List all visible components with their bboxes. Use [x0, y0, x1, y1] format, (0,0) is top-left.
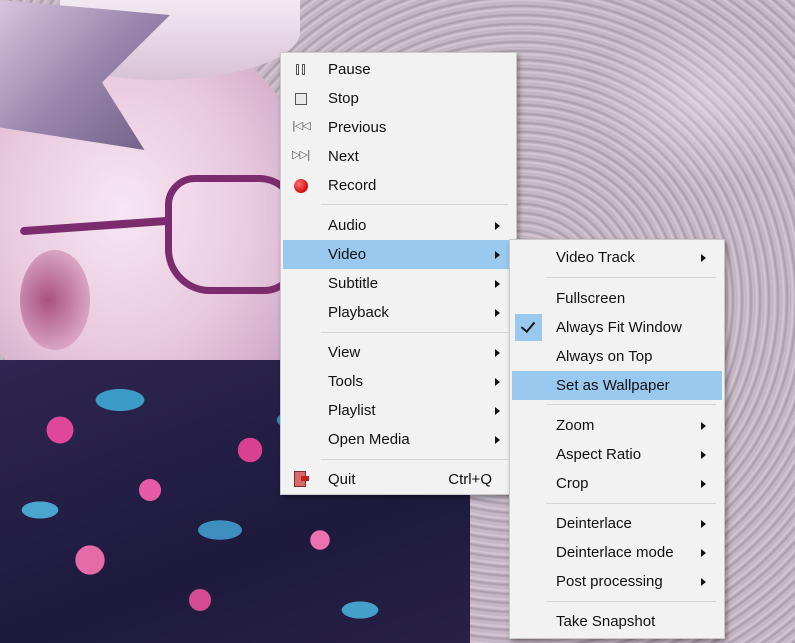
menu-item-next[interactable]: ▷▷| Next	[283, 142, 514, 171]
menu-separator	[321, 459, 508, 460]
menu-item-label: Subtitle	[328, 275, 379, 292]
menu-item-stop[interactable]: Stop	[283, 84, 514, 113]
chevron-right-icon	[701, 451, 706, 459]
check-icon	[515, 314, 542, 341]
menu-item-label: Always Fit Window	[556, 319, 682, 336]
pause-icon	[293, 62, 309, 78]
chevron-right-icon	[495, 280, 500, 288]
menu-item-open-media[interactable]: Open Media	[283, 425, 514, 454]
menu-item-label: Open Media	[328, 431, 410, 448]
submenu-item-fullscreen[interactable]: Fullscreen	[512, 284, 722, 313]
chevron-right-icon	[495, 309, 500, 317]
menu-separator	[546, 404, 716, 405]
video-submenu: Video Track Fullscreen Always Fit Window…	[509, 239, 725, 639]
context-menu: Pause Stop |◁◁ Previous ▷▷| Next Record …	[280, 52, 517, 495]
chevron-right-icon	[495, 222, 500, 230]
submenu-item-take-snapshot[interactable]: Take Snapshot	[512, 607, 722, 636]
submenu-item-always-on-top[interactable]: Always on Top	[512, 342, 722, 371]
menu-item-video[interactable]: Video	[283, 240, 514, 269]
chevron-right-icon	[701, 254, 706, 262]
submenu-item-deinterlace-mode[interactable]: Deinterlace mode	[512, 538, 722, 567]
quit-shortcut: Ctrl+Q	[448, 471, 492, 488]
submenu-item-aspect-ratio[interactable]: Aspect Ratio	[512, 440, 722, 469]
menu-item-label: Crop	[556, 475, 589, 492]
menu-item-view[interactable]: View	[283, 338, 514, 367]
video-subject-ear	[20, 250, 90, 350]
submenu-item-always-fit-window[interactable]: Always Fit Window	[512, 313, 722, 342]
menu-item-label: Zoom	[556, 417, 595, 434]
menu-item-label: Set as Wallpaper	[556, 377, 670, 394]
chevron-right-icon	[495, 436, 500, 444]
chevron-right-icon	[495, 349, 500, 357]
menu-item-label: Record	[328, 177, 377, 194]
menu-item-pause[interactable]: Pause	[283, 55, 514, 84]
menu-item-tools[interactable]: Tools	[283, 367, 514, 396]
submenu-item-post-processing[interactable]: Post processing	[512, 567, 722, 596]
menu-item-previous[interactable]: |◁◁ Previous	[283, 113, 514, 142]
chevron-right-icon	[495, 407, 500, 415]
menu-separator	[321, 204, 508, 205]
chevron-right-icon	[701, 422, 706, 430]
menu-item-record[interactable]: Record	[283, 171, 514, 200]
menu-separator	[546, 277, 716, 278]
menu-item-label: Video	[328, 246, 367, 263]
menu-item-playlist[interactable]: Playlist	[283, 396, 514, 425]
menu-item-label: Take Snapshot	[556, 613, 656, 630]
chevron-right-icon	[495, 378, 500, 386]
menu-item-label: Quit	[328, 471, 356, 488]
menu-item-label: Post processing	[556, 573, 663, 590]
menu-item-subtitle[interactable]: Subtitle	[283, 269, 514, 298]
menu-item-label: Aspect Ratio	[556, 446, 642, 463]
menu-item-label: Video Track	[556, 249, 635, 266]
menu-separator	[546, 503, 716, 504]
menu-item-quit[interactable]: Quit Ctrl+Q	[283, 465, 514, 494]
video-subject-glasses	[165, 175, 299, 294]
menu-item-label: Deinterlace mode	[556, 544, 674, 561]
chevron-right-icon	[701, 578, 706, 586]
quit-icon	[294, 471, 309, 487]
menu-item-label: View	[328, 344, 361, 361]
menu-separator	[321, 332, 508, 333]
next-icon: ▷▷|	[292, 148, 311, 161]
menu-item-label: Previous	[328, 119, 387, 136]
chevron-right-icon	[701, 549, 706, 557]
chevron-right-icon	[701, 480, 706, 488]
submenu-item-zoom[interactable]: Zoom	[512, 411, 722, 440]
menu-item-audio[interactable]: Audio	[283, 211, 514, 240]
chevron-right-icon	[495, 251, 500, 259]
submenu-item-crop[interactable]: Crop	[512, 469, 722, 498]
menu-item-label: Playback	[328, 304, 389, 321]
stop-icon	[295, 93, 307, 105]
menu-item-label: Always on Top	[556, 348, 653, 365]
menu-item-label: Fullscreen	[556, 290, 626, 307]
record-icon	[294, 179, 308, 193]
menu-item-label: Deinterlace	[556, 515, 632, 532]
menu-item-label: Playlist	[328, 402, 376, 419]
previous-icon: |◁◁	[292, 119, 311, 132]
submenu-item-video-track[interactable]: Video Track	[512, 243, 722, 272]
menu-item-label: Next	[328, 148, 359, 165]
menu-item-label: Pause	[328, 61, 371, 78]
menu-item-label: Tools	[328, 373, 364, 390]
submenu-item-deinterlace[interactable]: Deinterlace	[512, 509, 722, 538]
menu-item-label: Stop	[328, 90, 359, 107]
menu-item-playback[interactable]: Playback	[283, 298, 514, 327]
chevron-right-icon	[701, 520, 706, 528]
menu-item-label: Audio	[328, 217, 367, 234]
submenu-item-set-as-wallpaper[interactable]: Set as Wallpaper	[512, 371, 722, 400]
menu-separator	[546, 601, 716, 602]
